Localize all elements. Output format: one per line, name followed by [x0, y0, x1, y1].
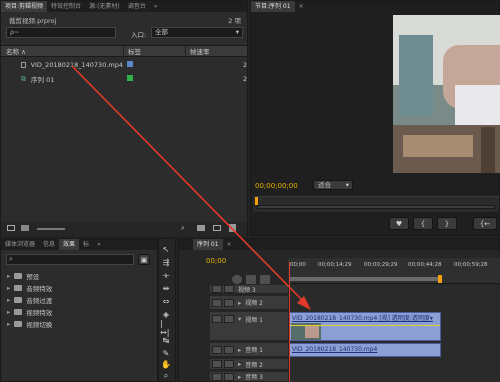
annotation-arrow: [71, 65, 311, 310]
arrow-shaft: [71, 65, 307, 305]
